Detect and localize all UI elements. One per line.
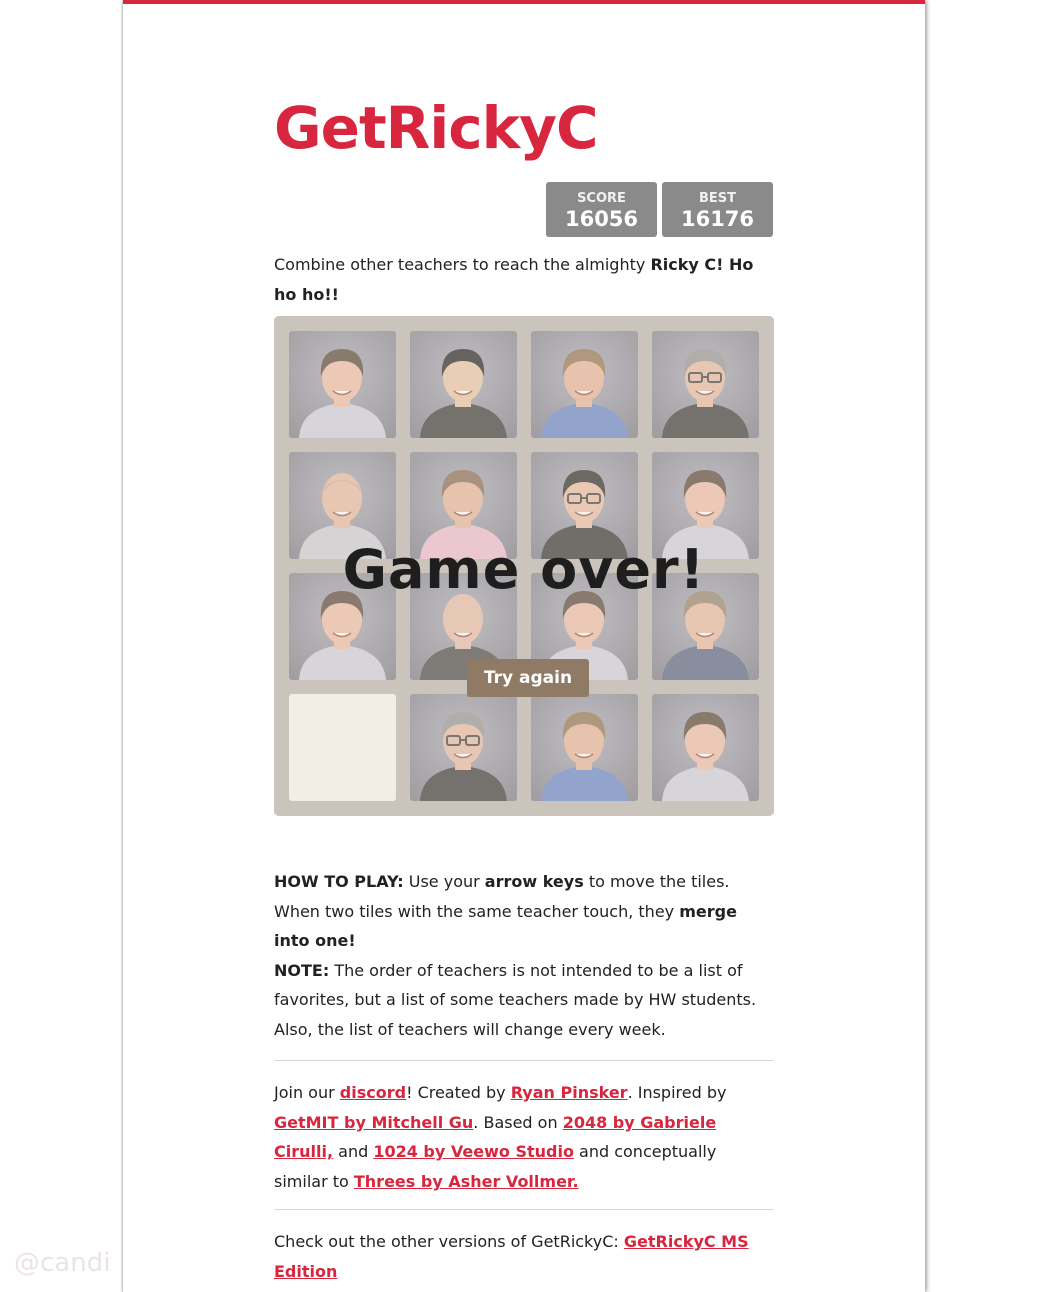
credits-text: . Based on (473, 1112, 563, 1132)
game-over-message: Game over! (342, 538, 706, 601)
how-to-play: HOW TO PLAY: Use your arrow keys to move… (274, 867, 774, 1045)
divider (274, 1060, 774, 1061)
credits: Join our discord! Created by Ryan Pinske… (274, 1078, 774, 1196)
discord-link[interactable]: discord (340, 1083, 406, 1102)
score-value: 16056 (564, 207, 639, 231)
credits-text: ! Created by (406, 1083, 511, 1102)
best-box: BEST 16176 (662, 182, 773, 237)
intro-plain: Combine other teachers to reach the almi… (274, 255, 651, 274)
note-label: NOTE: (274, 960, 330, 980)
score-box: SCORE 16056 (546, 182, 657, 237)
author-link[interactable]: Ryan Pinsker (511, 1083, 628, 1102)
try-again-button[interactable]: Try again (467, 659, 589, 697)
other-versions: Check out the other versions of GetRicky… (274, 1227, 774, 1286)
page-title: GetRickyC (274, 94, 599, 162)
divider (274, 1209, 774, 1210)
watermark: @candi (14, 1248, 111, 1278)
1024-link[interactable]: 1024 by Veewo Studio (373, 1142, 574, 1161)
getmit-link[interactable]: GetMIT by Mitchell Gu (274, 1113, 473, 1132)
score-label: SCORE (577, 191, 626, 206)
threes-link[interactable]: Threes by Asher Vollmer. (354, 1172, 579, 1191)
best-label: BEST (698, 191, 737, 206)
how-text-1: Use your (403, 872, 485, 891)
game-over-overlay: Game over! Try again (274, 316, 774, 816)
intro-text: Combine other teachers to reach the almi… (274, 250, 774, 310)
how-bold-1: arrow keys (484, 872, 584, 891)
other-versions-text: Check out the other versions of GetRicky… (274, 1232, 624, 1251)
how-to-play-label: HOW TO PLAY: (274, 872, 404, 891)
best-value: 16176 (680, 207, 755, 231)
credits-text: and (333, 1142, 374, 1162)
credits-text: . Inspired by (627, 1083, 727, 1102)
game-board[interactable]: Game over! Try again (274, 316, 774, 816)
credits-text: Join our (274, 1083, 340, 1102)
note-text: The order of teachers is not intended to… (274, 960, 757, 1039)
